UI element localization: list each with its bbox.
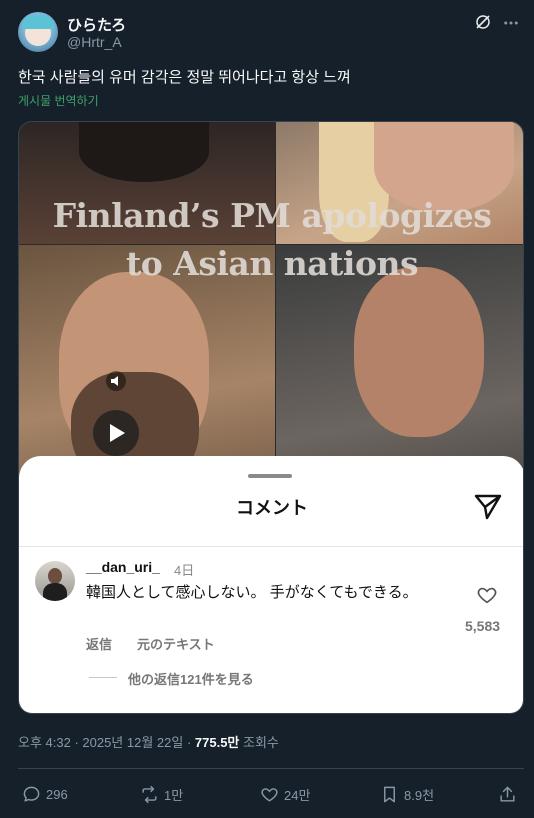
post-timestamp[interactable]: 오후 4:32 · 2025년 12월 22일 ·	[18, 735, 195, 750]
share-icon	[500, 786, 515, 802]
video-figure	[354, 267, 484, 437]
bookmark-count: 8.9천	[404, 787, 435, 803]
like-count: 24만	[284, 787, 311, 803]
share-action[interactable]	[498, 784, 517, 804]
overlay-title-line: Finland’s PM apologizes	[52, 196, 492, 235]
repost-count: 1만	[164, 787, 184, 803]
view-count: 775.5만	[194, 735, 240, 750]
comment-time: 4日	[174, 563, 195, 578]
overlay-title-line: to Asian nations	[125, 244, 419, 283]
reply-action[interactable]: 296	[22, 784, 68, 804]
divider	[19, 546, 523, 547]
commenter-avatar[interactable]	[35, 561, 75, 601]
tweet-text: 한국 사람들의 유머 감각은 정말 뛰어나다고 항상 느껴	[18, 69, 351, 86]
user-avatar[interactable]	[18, 12, 58, 52]
bookmark-action[interactable]: 8.9천	[380, 784, 434, 804]
video-overlay-title: Finland’s PM apologizes to Asian nations	[19, 192, 523, 288]
sheet-grabber[interactable]	[248, 474, 292, 478]
reply-button[interactable]: 返信	[86, 634, 112, 653]
reply-icon	[23, 786, 40, 802]
send-icon[interactable]	[473, 491, 503, 521]
translate-post-link[interactable]: 게시물 번역하기	[18, 92, 99, 109]
comments-title: コメント	[236, 498, 308, 518]
like-icon	[261, 787, 278, 802]
comments-sheet: コメント __dan_uri_ 4日 韓国人として感心しない。 手がなくてもでき…	[19, 456, 523, 713]
user-handle[interactable]: @Hrtr_A	[67, 34, 122, 50]
view-label: 조회수	[239, 735, 279, 750]
commenter-username[interactable]: __dan_uri_	[86, 559, 160, 575]
display-name[interactable]: ひらたろ	[67, 14, 126, 35]
comment-text: 韓国人として感心しない。 手がなくてもできる。	[86, 584, 418, 601]
original-text-button[interactable]: 元のテキスト	[137, 634, 215, 653]
comment-like-count: 5,583	[465, 618, 501, 634]
tweet-header: ひらたろ @Hrtr_A	[18, 12, 520, 54]
grok-icon[interactable]	[474, 13, 492, 31]
more-options-icon[interactable]	[502, 14, 520, 32]
sound-icon[interactable]	[106, 371, 126, 391]
heart-icon[interactable]	[476, 584, 498, 606]
video-figure	[79, 122, 209, 182]
reply-count: 296	[46, 786, 68, 802]
post-meta: 오후 4:32 · 2025년 12월 22일 · 775.5만 조회수	[18, 732, 279, 751]
play-button[interactable]	[93, 410, 139, 456]
repost-icon	[142, 785, 157, 803]
view-more-replies[interactable]: 他の返信121件を見る	[128, 669, 254, 688]
thread-line	[89, 677, 117, 678]
like-action[interactable]: 24만	[260, 784, 310, 804]
media-video[interactable]: Finland’s PM apologizes to Asian nations…	[18, 121, 524, 714]
repost-action[interactable]: 1만	[140, 784, 183, 804]
divider	[18, 768, 524, 769]
bookmark-icon	[384, 786, 395, 802]
